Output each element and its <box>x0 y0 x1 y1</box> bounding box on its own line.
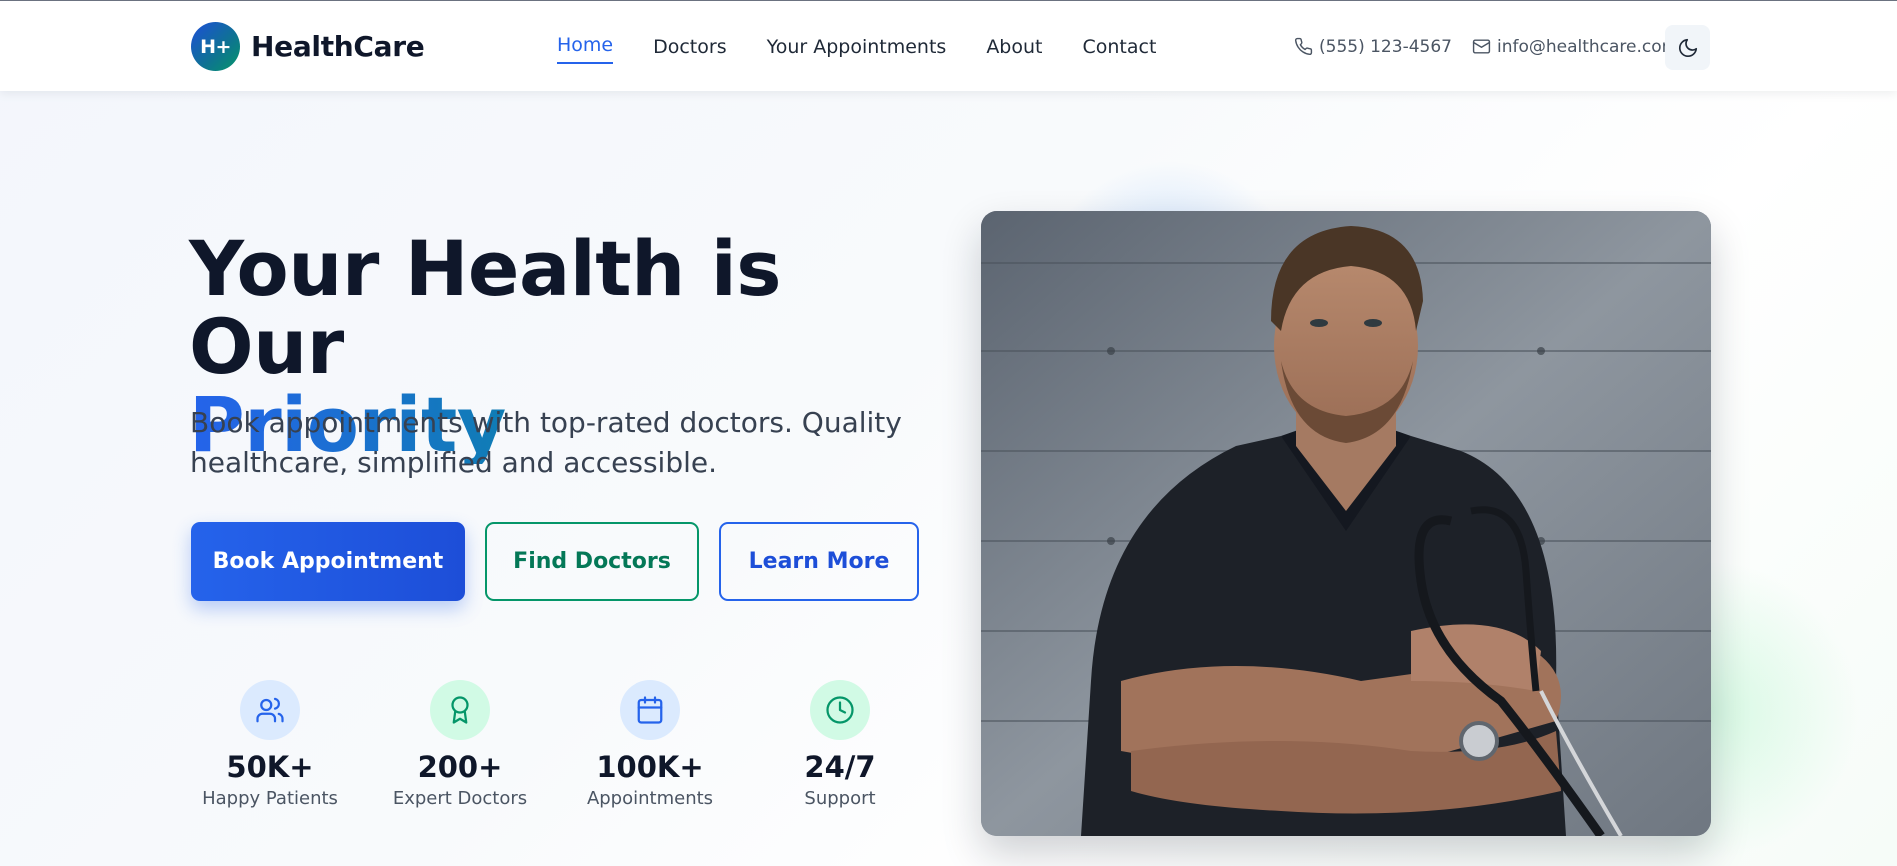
main-nav: Home Doctors Your Appointments About Con… <box>557 1 1196 92</box>
nav-item-your-appointments[interactable]: Your Appointments <box>767 26 947 68</box>
book-appointment-button[interactable]: Book Appointment <box>191 522 465 601</box>
stat-happy-patients: 50K+ Happy Patients <box>190 680 350 809</box>
phone-number: (555) 123-4567 <box>1319 36 1452 57</box>
learn-more-button[interactable]: Learn More <box>719 522 919 601</box>
calendar-icon <box>620 680 680 740</box>
nav-item-home[interactable]: Home <box>557 24 614 66</box>
header-contact: (555) 123-4567 info@healthcare.com <box>1294 1 1698 92</box>
clock-icon <box>810 680 870 740</box>
stat-support: 24/7 Support <box>760 680 920 809</box>
brand-logo-icon: H+ <box>191 22 240 71</box>
stat-value: 100K+ <box>596 750 704 784</box>
theme-toggle-button[interactable] <box>1665 25 1710 70</box>
stat-value: 24/7 <box>804 750 876 784</box>
users-icon <box>240 680 300 740</box>
brand-name: HealthCare <box>251 30 425 63</box>
phone-contact[interactable]: (555) 123-4567 <box>1294 37 1452 57</box>
hero-title-line1: Your Health is Our <box>189 224 781 391</box>
find-doctors-button[interactable]: Find Doctors <box>485 522 699 601</box>
stat-expert-doctors: 200+ Expert Doctors <box>380 680 540 809</box>
top-navbar: H+ HealthCare Home Doctors Your Appointm… <box>0 0 1897 91</box>
hero-subtitle: Book appointments with top-rated doctors… <box>190 406 902 479</box>
mail-icon <box>1472 39 1491 54</box>
stat-label: Support <box>804 788 876 809</box>
stat-label: Expert Doctors <box>392 788 528 809</box>
nav-item-about[interactable]: About <box>986 26 1042 68</box>
email-contact[interactable]: info@healthcare.com <box>1472 37 1678 57</box>
phone-icon <box>1294 37 1313 56</box>
nav-item-contact[interactable]: Contact <box>1083 26 1157 68</box>
stat-value: 50K+ <box>226 750 314 784</box>
nav-item-doctors[interactable]: Doctors <box>653 26 727 68</box>
stat-label: Appointments <box>586 788 714 809</box>
email-address: info@healthcare.com <box>1496 36 1679 57</box>
brand[interactable]: H+ HealthCare <box>191 21 425 72</box>
stat-appointments: 100K+ Appointments <box>570 680 730 809</box>
doctor-photo <box>981 211 1711 836</box>
award-icon <box>430 680 490 740</box>
stat-value: 200+ <box>417 750 503 784</box>
moon-icon <box>1678 38 1697 57</box>
doctor-illustration <box>981 211 1711 836</box>
stat-label: Happy Patients <box>202 788 338 809</box>
stats-row: 50K+ Happy Patients 200+ Expert Doctors … <box>190 680 950 820</box>
